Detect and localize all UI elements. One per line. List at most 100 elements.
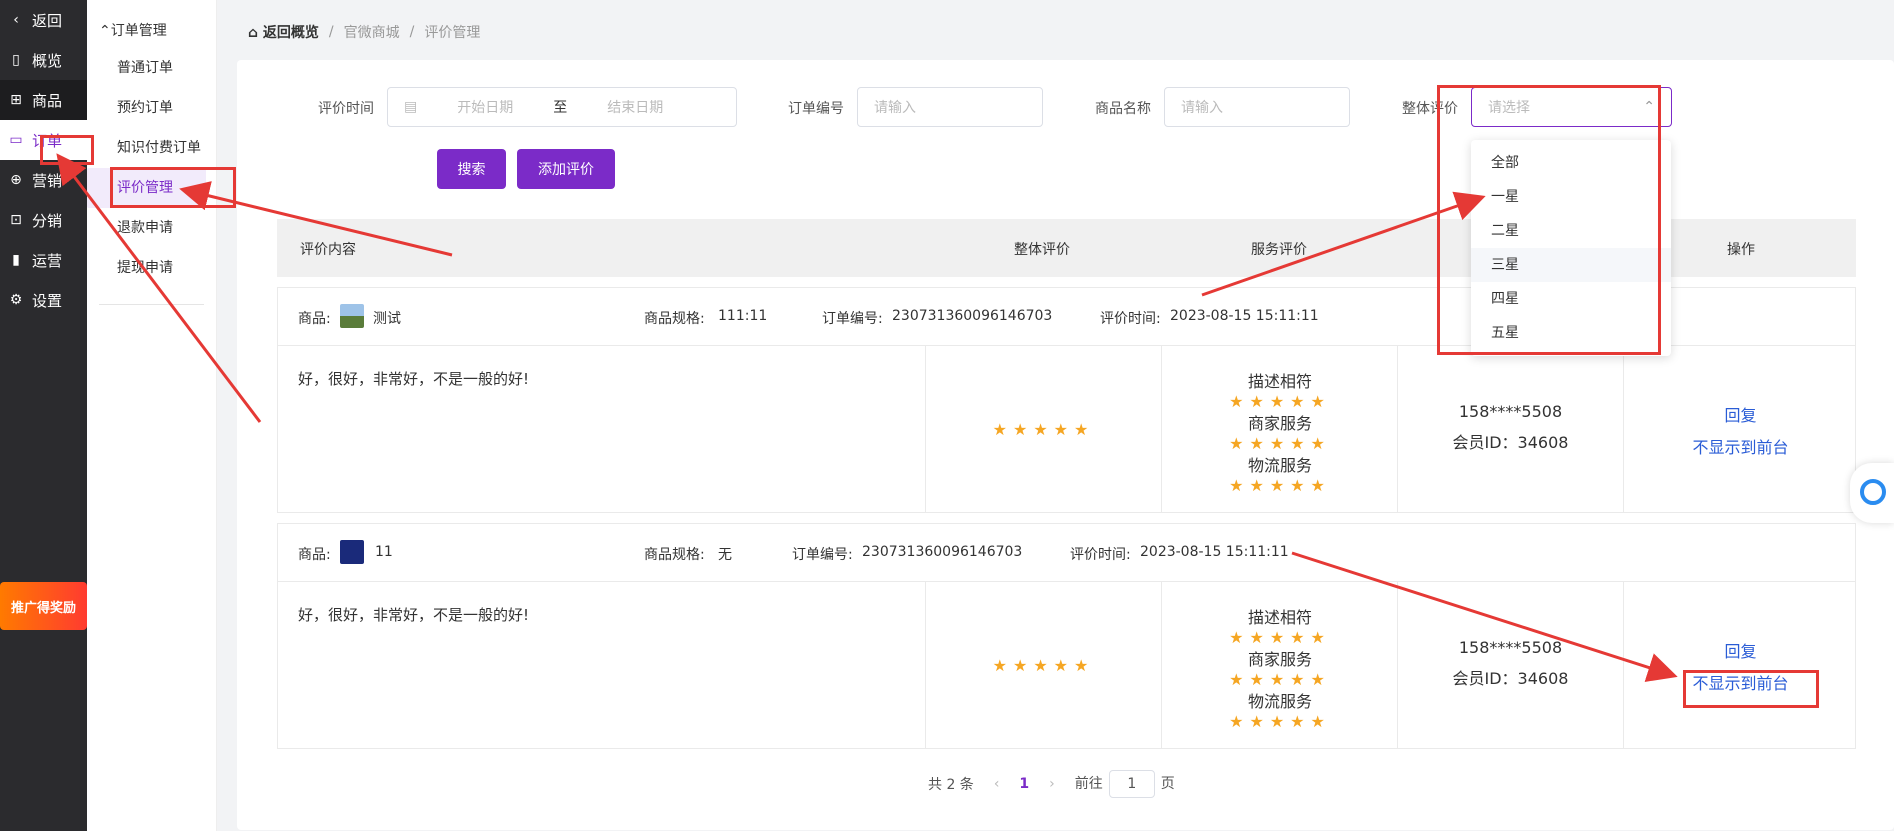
home-link[interactable]: ⌂ 返回概览: [248, 22, 319, 42]
order-label: 订单编号:: [822, 311, 883, 327]
member-cell: 158****5508 会员ID：34608: [1398, 582, 1624, 748]
sub-knowledge-order[interactable]: 知识付费订单: [87, 128, 216, 168]
svc-label: 物流服务: [1247, 456, 1312, 475]
goods-icon: ⊞: [10, 92, 22, 108]
member-cell: 158****5508 会员ID：34608: [1398, 346, 1624, 512]
date-range-picker[interactable]: ▤ 开始日期 至 结束日期: [387, 87, 737, 127]
page-number[interactable]: 1: [1019, 776, 1029, 792]
promo-banner[interactable]: 推广得奖励: [0, 582, 87, 630]
option-2-star[interactable]: 二星: [1471, 214, 1671, 248]
prev-page-icon[interactable]: ‹: [994, 776, 1000, 792]
headset-icon: [1860, 479, 1886, 505]
sub-reserve-order[interactable]: 预约订单: [87, 88, 216, 128]
nav-back[interactable]: ‹ 返回: [0, 0, 87, 40]
reply-link[interactable]: 回复: [1624, 638, 1857, 662]
reply-link[interactable]: 回复: [1624, 402, 1857, 426]
back-icon: ‹: [13, 12, 19, 28]
nav-label: 分销: [32, 211, 63, 230]
content-cell: 好，很好，非常好，不是一般的好!: [278, 582, 926, 748]
breadcrumb-current: 评价管理: [424, 25, 481, 41]
goods-name-input[interactable]: 请输入: [1164, 87, 1350, 127]
marketing-icon: ⊕: [10, 172, 22, 188]
nav-goods[interactable]: ⊞ 商品: [0, 80, 87, 120]
svc-stars: ★★★★★: [1229, 670, 1331, 689]
spec-value: 111:11: [718, 308, 768, 324]
option-1-star[interactable]: 一星: [1471, 180, 1671, 214]
option-4-star[interactable]: 四星: [1471, 282, 1671, 316]
record-body: 好，很好，非常好，不是一般的好! ★★★★★ 描述相符 ★★★★★ 商家服务 ★★★…: [278, 582, 1855, 748]
option-all[interactable]: 全部: [1471, 146, 1671, 180]
breadcrumb-mall[interactable]: 官微商城: [344, 22, 400, 42]
home-label: 返回概览: [262, 25, 319, 41]
order-no: 230731360096146703: [862, 544, 1023, 560]
nav-label: 营销: [32, 171, 63, 190]
sub-normal-order[interactable]: 普通订单: [87, 48, 216, 88]
order-no-input[interactable]: 请输入: [857, 87, 1043, 127]
service-cell: 描述相符 ★★★★★ 商家服务 ★★★★★ 物流服务 ★★★★★: [1162, 582, 1398, 748]
nav-operation[interactable]: ▮ 运营: [0, 240, 87, 280]
col-content: 评价内容: [300, 242, 356, 258]
settings-icon: ⚙: [9, 292, 23, 308]
member-phone: 158****5508: [1458, 638, 1563, 657]
overview-icon: ▯: [12, 52, 20, 68]
svc-stars: ★★★★★: [1229, 434, 1331, 453]
review-record: 商品: 11 商品规格: 无 订单编号: 230731360096146703 …: [277, 523, 1856, 749]
overall-cell: ★★★★★: [926, 346, 1162, 512]
sub-withdraw[interactable]: 提现申请: [87, 248, 216, 288]
next-page-icon[interactable]: ›: [1049, 776, 1055, 792]
col-overall: 整体评价: [1014, 242, 1070, 258]
time-label: 评价时间:: [1070, 547, 1131, 563]
breadcrumb: ⌂ 返回概览 / 官微商城 / 评价管理: [248, 22, 480, 42]
overall-stars: ★★★★★: [992, 655, 1095, 675]
customer-service-float[interactable]: [1850, 463, 1894, 523]
rating-select[interactable]: 请选择 ⌃: [1471, 87, 1672, 127]
option-3-star[interactable]: 三星: [1471, 248, 1671, 282]
svc-stars: ★★★★★: [1229, 712, 1331, 731]
nav-label: 返回: [32, 11, 63, 30]
nav-overview[interactable]: ▯ 概览: [0, 40, 87, 80]
goods-label: 商品:: [298, 547, 331, 563]
nav-label: 商品: [32, 91, 63, 110]
goods-name: 11: [375, 544, 393, 560]
nav-order[interactable]: ▭ 订单: [0, 120, 87, 160]
svc-label: 商家服务: [1247, 650, 1312, 669]
member-id: 会员ID：34608: [1452, 669, 1569, 688]
nav-distribution[interactable]: ⊡ 分销: [0, 200, 87, 240]
review-content: 好，很好，非常好，不是一般的好!: [298, 606, 530, 624]
hide-from-front-link[interactable]: 不显示到前台: [1624, 434, 1857, 458]
svc-stars: ★★★★★: [1229, 476, 1331, 495]
nav-label: 订单: [32, 131, 63, 150]
svc-logistics: 物流服务 ★★★★★: [1162, 688, 1398, 731]
divider: [99, 304, 204, 305]
record-body: 好，很好，非常好，不是一般的好! ★★★★★ 描述相符 ★★★★★ 商家服务 ★★★…: [278, 346, 1855, 512]
svc-label: 描述相符: [1247, 608, 1312, 627]
action-cell: 回复 不显示到前台: [1624, 346, 1857, 512]
placeholder: 请输入: [874, 100, 916, 116]
nav-settings[interactable]: ⚙ 设置: [0, 280, 87, 320]
record-head: 商品: 11 商品规格: 无 订单编号: 230731360096146703 …: [278, 524, 1855, 582]
hide-from-front-link[interactable]: 不显示到前台: [1624, 670, 1857, 694]
pagination: 共 2 条 ‹ 1 › 前往 1 页: [928, 770, 1175, 798]
action-cell: 回复 不显示到前台: [1624, 582, 1857, 748]
goods-name-label: 商品名称: [1095, 101, 1151, 117]
distribution-icon: ⊡: [10, 212, 22, 228]
order-icon: ▭: [9, 132, 23, 148]
svc-label: 描述相符: [1247, 372, 1312, 391]
add-review-button[interactable]: 添加评价: [517, 149, 615, 189]
calendar-icon: ▤: [404, 99, 418, 115]
goods-label: 商品:: [298, 311, 331, 327]
goto-input[interactable]: 1: [1108, 770, 1155, 798]
review-time: 2023-08-15 15:11:11: [1170, 308, 1319, 324]
order-no: 230731360096146703: [892, 308, 1053, 324]
nav-marketing[interactable]: ⊕ 营销: [0, 160, 87, 200]
sub-review-manage[interactable]: 评价管理: [87, 168, 206, 208]
order-group-title[interactable]: ⌃订单管理: [87, 0, 216, 40]
search-button[interactable]: 搜索: [437, 149, 506, 189]
rating-dropdown: 全部 一星 二星 三星 四星 五星: [1471, 140, 1671, 356]
option-5-star[interactable]: 五星: [1471, 316, 1671, 350]
spec-label: 商品规格:: [644, 311, 705, 327]
member-id: 会员ID：34608: [1452, 433, 1569, 452]
sub-refund[interactable]: 退款申请: [87, 208, 216, 248]
svc-logistics: 物流服务 ★★★★★: [1162, 452, 1398, 495]
nav-label: 设置: [32, 291, 63, 310]
